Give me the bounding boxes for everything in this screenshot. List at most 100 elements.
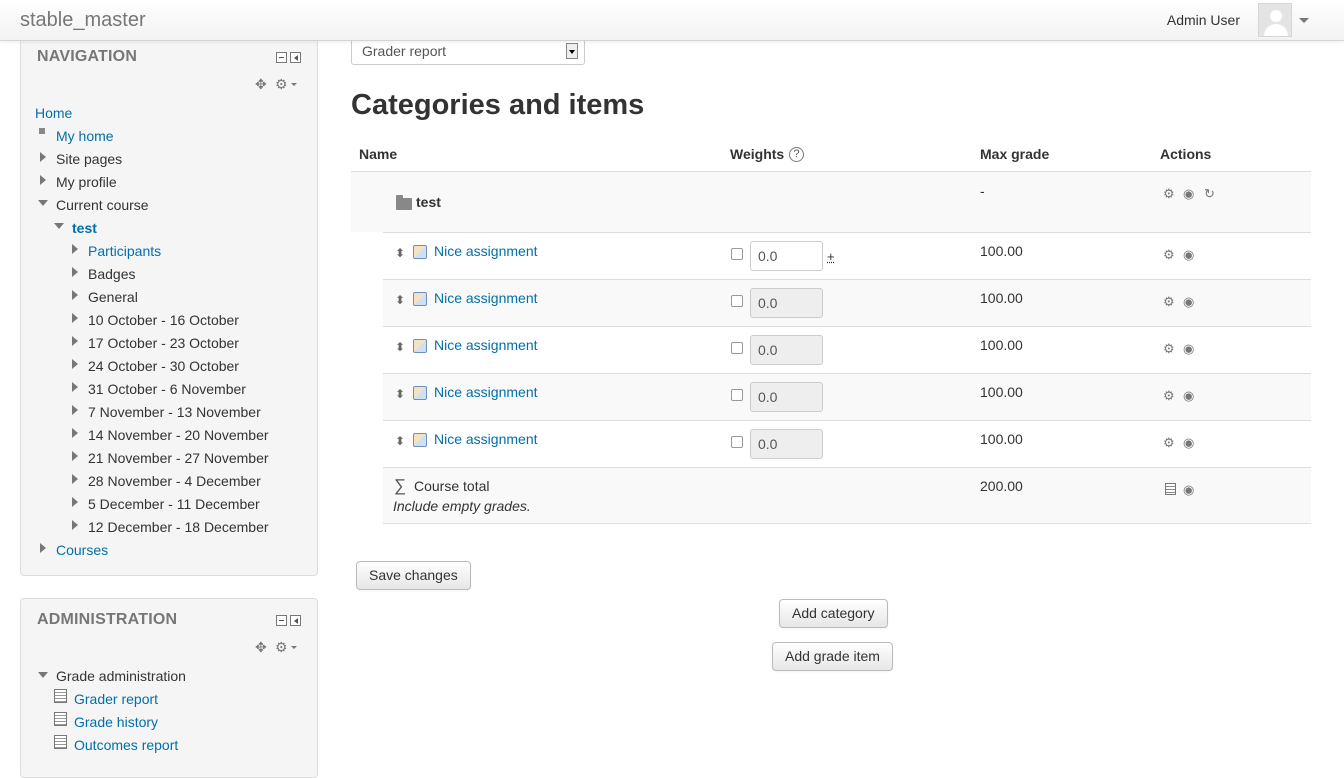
weight-input[interactable] [750,335,823,365]
eye-icon[interactable]: ◉ [1183,295,1194,308]
weight-override-checkbox[interactable] [731,295,743,307]
move-icon[interactable]: ⬍ [395,434,405,448]
expand-arrow-icon[interactable] [72,313,78,323]
nav-course-test[interactable]: test [72,219,97,237]
nav-week[interactable]: 5 December - 11 December [88,495,260,513]
gear-icon[interactable]: ⚙ [1163,342,1175,355]
expand-arrow-icon[interactable] [72,290,78,300]
eye-icon[interactable]: ◉ [1183,187,1194,200]
gear-icon[interactable]: ⚙ [1163,248,1175,261]
nav-participants[interactable]: Participants [88,242,161,260]
weight-override-checkbox[interactable] [731,248,743,260]
weight-input[interactable] [750,241,823,271]
expand-arrow-icon[interactable] [72,382,78,392]
category-name: test [416,194,441,210]
nav-week[interactable]: 24 October - 30 October [88,357,239,375]
weight-override-checkbox[interactable] [731,436,743,448]
nav-week[interactable]: 31 October - 6 November [88,380,246,398]
add-grade-item-button[interactable]: Add grade item [772,642,893,671]
hide-block-icon[interactable] [276,52,287,63]
block-settings-caret-icon[interactable] [291,83,297,86]
nav-week[interactable]: 7 November - 13 November [88,403,261,421]
eye-icon[interactable]: ◉ [1183,342,1194,355]
nav-week[interactable]: 10 October - 16 October [88,311,239,329]
nav-courses[interactable]: Courses [56,541,108,559]
eye-icon[interactable]: ◉ [1183,248,1194,261]
calculator-icon[interactable] [1165,483,1176,495]
expand-arrow-icon[interactable] [72,428,78,438]
collapse-arrow-icon[interactable] [38,672,48,678]
block-settings-gear-icon[interactable]: ⚙ [275,77,288,91]
expand-arrow-icon[interactable] [72,244,78,254]
expand-arrow-icon[interactable] [72,336,78,346]
weight-override-checkbox[interactable] [731,342,743,354]
nav-my-profile[interactable]: My profile [56,173,117,191]
expand-arrow-icon[interactable] [72,497,78,507]
dock-block-icon[interactable] [290,615,301,626]
select-dropdown-icon[interactable] [566,43,578,59]
avatar[interactable] [1258,3,1292,37]
user-menu-caret-icon[interactable] [1299,18,1309,23]
nav-general[interactable]: General [88,288,138,306]
gear-icon[interactable]: ⚙ [1163,187,1175,200]
move-icon[interactable]: ⬍ [395,246,405,260]
move-icon[interactable]: ⬍ [395,340,405,354]
hide-block-icon[interactable] [276,615,287,626]
expand-arrow-icon[interactable] [72,267,78,277]
eye-icon[interactable]: ◉ [1183,436,1194,449]
grade-item-link[interactable]: Nice assignment [434,384,538,400]
nav-week[interactable]: 21 November - 27 November [88,449,269,467]
admin-grade-administration[interactable]: Grade administration [56,667,186,685]
weight-expand-plus[interactable]: + [827,249,835,264]
nav-my-home[interactable]: My home [56,127,114,145]
nav-badges[interactable]: Badges [88,265,135,283]
gear-icon[interactable]: ⚙ [1163,436,1175,449]
weight-input[interactable] [750,288,823,318]
eye-icon[interactable]: ◉ [1183,389,1194,402]
expand-arrow-icon[interactable] [40,152,46,162]
nav-site-pages[interactable]: Site pages [56,150,122,168]
expand-arrow-icon[interactable] [72,520,78,530]
nav-week[interactable]: 14 November - 20 November [88,426,269,444]
nav-week[interactable]: 28 November - 4 December [88,472,261,490]
expand-arrow-icon[interactable] [72,359,78,369]
move-block-icon[interactable]: ✥ [255,640,267,654]
site-name-link[interactable]: stable_master [20,9,146,32]
user-name[interactable]: Admin User [1167,12,1240,28]
admin-outcomes-report[interactable]: Outcomes report [74,736,178,754]
admin-grade-history[interactable]: Grade history [74,713,158,731]
move-block-icon[interactable]: ✥ [255,77,267,91]
grade-item-link[interactable]: Nice assignment [434,290,538,306]
nav-current-course[interactable]: Current course [56,196,149,214]
grade-item-link[interactable]: Nice assignment [434,431,538,447]
add-category-button[interactable]: Add category [779,599,888,628]
block-settings-gear-icon[interactable]: ⚙ [275,640,288,654]
weight-override-checkbox[interactable] [731,389,743,401]
nav-week[interactable]: 17 October - 23 October [88,334,239,352]
assignment-icon [413,339,427,353]
expand-arrow-icon[interactable] [72,451,78,461]
weight-input[interactable] [750,429,823,459]
expand-arrow-icon[interactable] [40,175,46,185]
grade-item-link[interactable]: Nice assignment [434,337,538,353]
gear-icon[interactable]: ⚙ [1163,389,1175,402]
save-changes-button[interactable]: Save changes [356,561,471,590]
help-icon[interactable]: ? [789,147,804,162]
nav-week[interactable]: 12 December - 18 December [88,518,269,536]
reset-icon[interactable]: ↻ [1204,187,1215,200]
expand-arrow-icon[interactable] [72,405,78,415]
block-settings-caret-icon[interactable] [291,646,297,649]
gear-icon[interactable]: ⚙ [1163,295,1175,308]
collapse-arrow-icon[interactable] [54,223,64,229]
grade-item-link[interactable]: Nice assignment [434,243,538,259]
admin-grader-report[interactable]: Grader report [74,690,158,708]
move-icon[interactable]: ⬍ [395,293,405,307]
eye-icon[interactable]: ◉ [1183,483,1194,496]
expand-arrow-icon[interactable] [72,474,78,484]
weight-input[interactable] [750,382,823,412]
collapse-arrow-icon[interactable] [38,200,48,206]
move-icon[interactable]: ⬍ [395,387,405,401]
nav-home[interactable]: Home [35,104,72,122]
expand-arrow-icon[interactable] [40,543,46,553]
dock-block-icon[interactable] [290,52,301,63]
